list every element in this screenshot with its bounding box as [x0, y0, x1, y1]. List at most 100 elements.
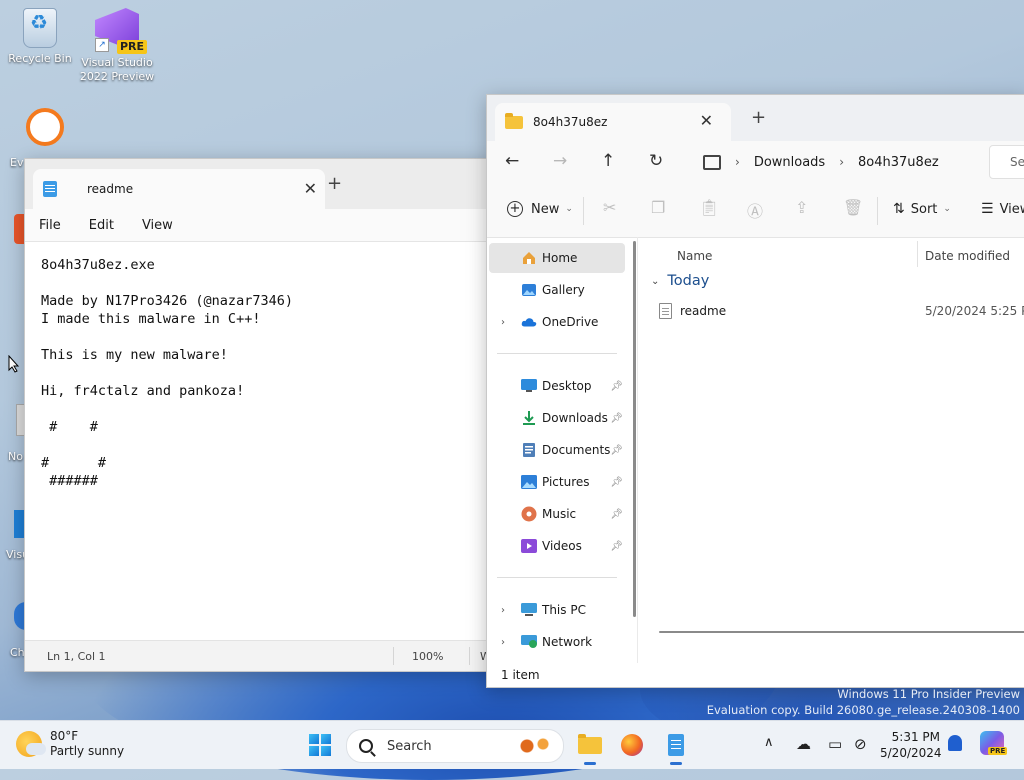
nav-item-desktop[interactable]: Desktop 📌︎: [489, 371, 625, 401]
network-status-icon[interactable]: ⊘: [854, 735, 867, 753]
explorer-titlebar[interactable]: 8o4h37u8ez ✕ +: [487, 95, 1024, 141]
breadcrumb-downloads[interactable]: Downloads: [754, 155, 825, 170]
column-header-date[interactable]: Date modified: [925, 249, 1010, 263]
nav-item-music[interactable]: Music 📌︎: [489, 499, 625, 529]
computer-icon: [703, 154, 721, 170]
weather-temperature: 80°F: [50, 729, 79, 743]
onedrive-offline-icon[interactable]: ☁: [796, 735, 811, 753]
clock-date: 5/20/2024: [880, 746, 942, 760]
address-bar[interactable]: › Downloads › 8o4h37u8ez: [695, 145, 985, 179]
nav-item-onedrive[interactable]: › OneDrive: [489, 307, 625, 337]
chevron-down-icon: ⌄: [651, 275, 660, 287]
group-header-today[interactable]: ⌄ Today: [651, 273, 709, 289]
menu-edit[interactable]: Edit: [89, 218, 114, 233]
nav-item-videos[interactable]: Videos 📌︎: [489, 531, 625, 561]
pin-icon[interactable]: 📌︎: [610, 509, 623, 520]
folder-icon: [505, 112, 523, 129]
notepad-tab[interactable]: readme ✕: [33, 169, 325, 209]
explorer-navbar: ← → ↑ ↻ › Downloads › 8o4h37u8ez Se: [487, 141, 1024, 183]
new-tab-button[interactable]: +: [751, 107, 766, 128]
sort-button[interactable]: ⇅ Sort ⌄: [893, 201, 951, 217]
breadcrumb-current[interactable]: 8o4h37u8ez: [858, 155, 939, 170]
file-explorer-icon: [578, 733, 602, 754]
taskbar-file-explorer[interactable]: [574, 729, 606, 765]
delete-icon[interactable]: 🗑︎: [843, 198, 863, 217]
weather-description: Partly sunny: [50, 744, 125, 758]
home-icon: [521, 250, 537, 266]
column-header-name[interactable]: Name: [677, 249, 712, 263]
menu-file[interactable]: File: [39, 218, 61, 233]
nav-item-pictures[interactable]: Pictures 📌︎: [489, 467, 625, 497]
plus-circle-icon: +: [507, 201, 523, 217]
pin-icon[interactable]: 📌︎: [610, 413, 623, 424]
download-icon: [521, 410, 537, 426]
pin-icon[interactable]: 📌︎: [610, 445, 623, 456]
menu-view[interactable]: View: [142, 218, 173, 233]
taskbar-notepad[interactable]: [660, 729, 692, 765]
up-arrow-icon[interactable]: ↑: [601, 151, 615, 171]
nav-item-home[interactable]: Home: [489, 243, 625, 273]
documents-icon: [521, 442, 537, 458]
refresh-icon[interactable]: ↻: [649, 151, 663, 171]
notification-bell-icon[interactable]: [948, 735, 962, 751]
pin-icon[interactable]: 📌︎: [610, 477, 623, 488]
desktop-icon-visual-studio[interactable]: PRE ↗ Visual Studio 2022 Preview: [77, 8, 157, 84]
weather-widget[interactable]: 80°F Partly sunny: [16, 729, 124, 759]
close-tab-icon[interactable]: ✕: [700, 111, 713, 130]
evaluation-watermark: Windows 11 Pro Insider Preview Evaluatio…: [706, 687, 1020, 717]
search-input[interactable]: Se: [989, 145, 1024, 179]
nav-item-this-pc[interactable]: › This PC: [489, 595, 625, 625]
back-arrow-icon[interactable]: ←: [505, 151, 519, 171]
pictures-icon: [521, 474, 537, 490]
nav-item-documents[interactable]: Documents 📌︎: [489, 435, 625, 465]
chevron-right-icon[interactable]: ›: [501, 637, 505, 648]
chevron-right-icon: ›: [839, 155, 845, 169]
cloud-icon: [521, 314, 537, 330]
copy-icon[interactable]: ❐: [651, 198, 665, 217]
explorer-tab[interactable]: 8o4h37u8ez ✕: [495, 103, 731, 141]
new-tab-button[interactable]: +: [327, 173, 342, 194]
close-tab-icon[interactable]: ✕: [304, 179, 317, 198]
desktop-icon-recycle-bin[interactable]: Recycle Bin: [0, 8, 80, 66]
rename-icon[interactable]: Ⓐ: [747, 198, 763, 222]
notepad-text-area[interactable]: 8o4h37u8ez.exe Made by N17Pro3426 (@naza…: [25, 242, 495, 660]
notepad-titlebar[interactable]: readme ✕ +: [25, 159, 495, 209]
share-icon[interactable]: ⇪: [795, 198, 808, 217]
nav-item-gallery[interactable]: Gallery: [489, 275, 625, 305]
mouse-cursor-icon: [8, 354, 20, 376]
explorer-body: Home Gallery › OneDrive Desktop 📌︎ Downl…: [487, 237, 1024, 663]
nav-pane-scrollbar[interactable]: [633, 241, 636, 617]
clock-time: 5:31 PM: [891, 730, 940, 744]
file-list-pane: Name Date modified ⌄ Today readme 5/20/2…: [639, 237, 1024, 663]
chevron-down-icon: ⌄: [943, 204, 951, 214]
vscode-icon: [14, 510, 24, 538]
chevron-right-icon: ›: [735, 155, 740, 169]
taskbar-firefox[interactable]: [616, 729, 648, 761]
notepad-icon: [668, 734, 684, 756]
system-clock[interactable]: 5:31 PM 5/20/2024: [880, 729, 942, 761]
horizontal-scrollbar[interactable]: [659, 631, 1024, 633]
search-highlight-icon: [515, 736, 555, 756]
pin-icon[interactable]: 📌︎: [610, 541, 623, 552]
file-name: readme: [680, 304, 727, 318]
cut-icon[interactable]: ✂: [603, 198, 616, 217]
pin-icon[interactable]: 📌︎: [610, 381, 623, 392]
search-icon: [359, 739, 373, 753]
notepad-window[interactable]: readme ✕ + File Edit View 8o4h37u8ez.exe…: [24, 158, 496, 672]
file-explorer-window[interactable]: 8o4h37u8ez ✕ + ← → ↑ ↻ › Downloads › 8o4…: [486, 94, 1024, 688]
forward-arrow-icon[interactable]: →: [553, 151, 567, 171]
chevron-right-icon[interactable]: ›: [501, 317, 505, 328]
taskbar-search-box[interactable]: Search: [346, 729, 564, 763]
display-icon[interactable]: ▭: [828, 735, 842, 753]
chevron-right-icon[interactable]: ›: [501, 605, 505, 616]
view-button[interactable]: ☰ View: [981, 201, 1024, 217]
nav-item-downloads[interactable]: Downloads 📌︎: [489, 403, 625, 433]
paste-icon[interactable]: 📋︎: [699, 198, 719, 217]
file-row[interactable]: readme 5/20/2024 5:25 PM: [659, 299, 1024, 323]
new-button[interactable]: + New ⌄: [507, 201, 573, 217]
chevron-up-icon[interactable]: ∧: [764, 735, 774, 750]
recycle-bin-icon: [23, 8, 57, 48]
explorer-statusbar: 1 item: [487, 663, 1024, 687]
nav-item-network[interactable]: › Network: [489, 627, 625, 657]
start-button[interactable]: [309, 734, 331, 756]
